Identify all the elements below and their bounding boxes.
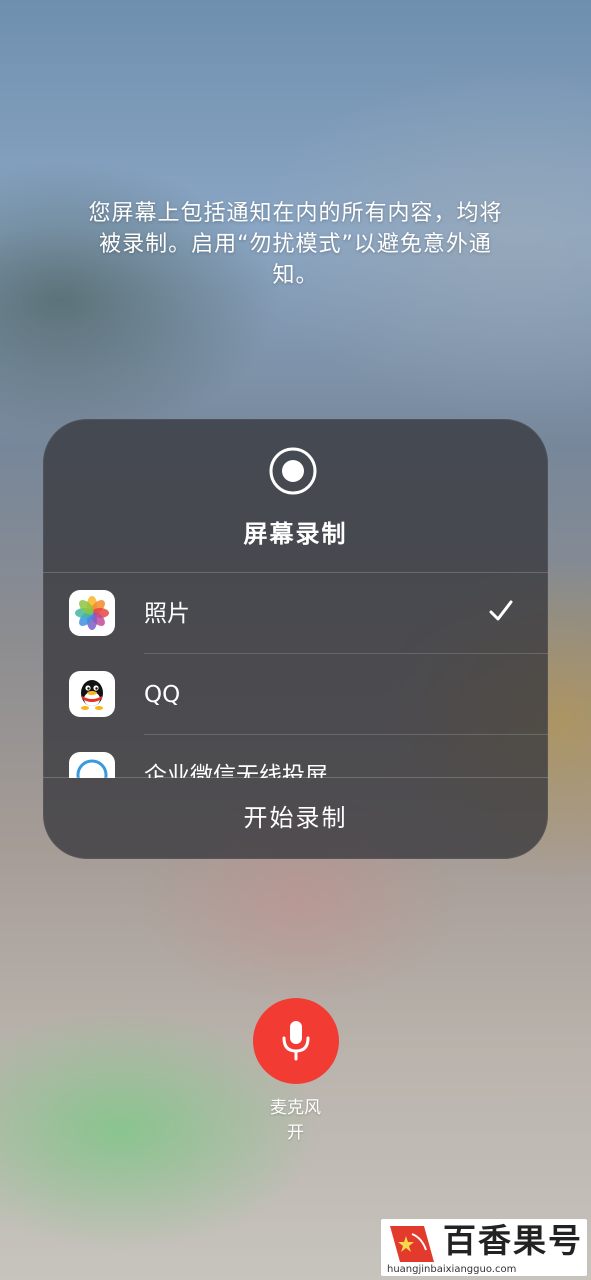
panel-title: 屏幕录制 (243, 520, 348, 548)
watermark-url: huangjinbaixiangguo.com (387, 1264, 517, 1275)
screen-recording-panel: 屏幕录制 照片 QQ 企业微信无线投屏 开始录制 (43, 419, 548, 859)
watermark-name: 百香果号 (443, 1221, 583, 1260)
notice-line-3: 知。 (272, 263, 319, 288)
microphone-icon (282, 1021, 310, 1061)
qq-app-icon (69, 671, 115, 717)
list-item-photos[interactable]: 照片 (43, 573, 548, 654)
list-item-wecom-cast[interactable]: 企业微信无线投屏 (43, 735, 548, 778)
recording-notice: 您屏幕上包括通知在内的所有内容，均将 被录制。启用“勿扰模式”以避免意外通 知。 (40, 198, 551, 291)
list-item-label: QQ (144, 682, 181, 708)
wecom-cast-app-icon (69, 752, 115, 778)
notice-line-2: 被录制。启用“勿扰模式”以避免意外通 (99, 232, 492, 257)
checkmark-icon (489, 600, 513, 621)
microphone-state: 开 (287, 1123, 304, 1143)
start-recording-button[interactable]: 开始录制 (43, 778, 548, 859)
app-list[interactable]: 照片 QQ 企业微信无线投屏 (43, 572, 548, 778)
watermark: 百香果号 huangjinbaixiangguo.com (381, 1219, 587, 1276)
list-item-label: 照片 (144, 601, 190, 627)
list-item-label: 企业微信无线投屏 (144, 763, 328, 778)
notice-line-1: 您屏幕上包括通知在内的所有内容，均将 (88, 201, 503, 226)
record-icon (269, 447, 317, 495)
microphone-label: 麦克风 (270, 1098, 321, 1118)
photos-app-icon (69, 590, 115, 636)
passion-fruit-logo-icon (390, 1226, 434, 1262)
list-item-qq[interactable]: QQ (43, 654, 548, 735)
microphone-toggle-button[interactable] (253, 998, 339, 1084)
